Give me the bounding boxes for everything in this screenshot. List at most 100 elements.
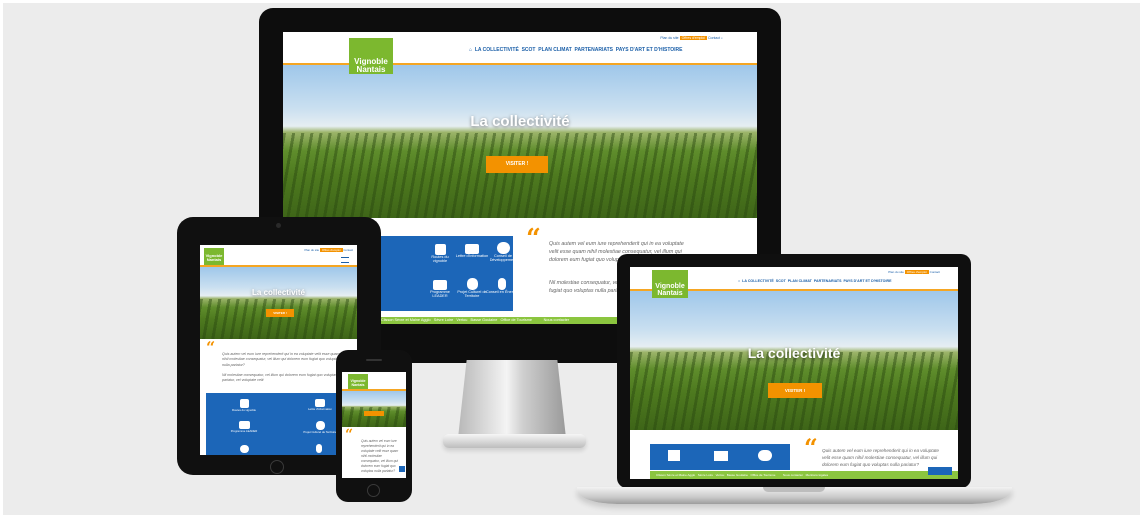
footer-link[interactable]: Mentions légales <box>806 473 829 477</box>
envelope-icon <box>714 451 728 461</box>
hero-visit-button[interactable]: VISITER ! <box>266 309 294 317</box>
nav-partenariats[interactable]: PARTENARIATS <box>814 279 842 283</box>
offres-emploi-link[interactable]: Offres d'emploi <box>904 270 929 274</box>
phone-screen: Vignoble Nantais “ Quis autem vel eum iu… <box>342 372 406 478</box>
hero-visit-button[interactable]: VISITER ! <box>486 156 548 173</box>
footer-link[interactable]: Basse Goulaine <box>471 318 498 322</box>
logo-line-2: Nantais <box>356 65 386 75</box>
people-icon <box>758 450 772 461</box>
hamburger-menu-icon[interactable] <box>341 257 349 263</box>
nav-partenariats[interactable]: PARTENARIATS <box>575 47 613 53</box>
tile-label: Programme LEADER <box>230 429 258 433</box>
share-icons <box>928 467 952 475</box>
lightbulb-icon <box>498 278 506 290</box>
tile-label: Lettre d'information <box>308 407 332 411</box>
tile-programme-leader[interactable]: Programme LEADER <box>423 280 457 298</box>
share-icon[interactable] <box>399 466 405 472</box>
nav-scot[interactable]: SCOT <box>776 279 786 283</box>
nav-collectivite[interactable]: LA COLLECTIVITÉ <box>475 47 519 53</box>
quote-mark-icon: “ <box>206 338 216 357</box>
site-logo[interactable]: Vignoble Nantais <box>349 38 393 74</box>
eu-flag-icon <box>238 421 250 429</box>
home-icon[interactable]: ⌂ <box>469 47 472 53</box>
laptop-top-links: Plan du site Offres d'emploi Contact <box>888 270 940 274</box>
laptop-main-nav: ⌂ LA COLLECTIVITÉ SCOT PLAN CLIMAT PARTE… <box>738 279 891 283</box>
footer-link[interactable]: Sèvre Loire <box>434 318 453 322</box>
lightbulb-icon <box>316 444 322 453</box>
footer-link[interactable]: Nous contacter <box>783 473 803 477</box>
footer-link[interactable]: Clisson Sèvre et Maine Agglo <box>656 473 695 477</box>
map-icon <box>239 399 249 408</box>
nav-scot[interactable]: SCOT <box>522 47 536 53</box>
nav-pays-art[interactable]: PAYS D'ART ET D'HISTOIRE <box>844 279 892 283</box>
phone: Vignoble Nantais “ Quis autem vel eum iu… <box>336 350 412 502</box>
search-icon[interactable]: ⌕ <box>721 36 723 40</box>
vineyard-rows <box>342 407 406 427</box>
laptop-hero: La collectivité VISITER ! <box>630 291 958 430</box>
tile-routes-vignoble[interactable]: Routes du vignoble <box>222 399 266 412</box>
tile-conseil-energie[interactable]: Conseil en Énergie <box>485 278 519 294</box>
footer-link[interactable]: Vertou <box>456 318 467 322</box>
phone-hero <box>342 391 406 427</box>
footer-links-bar: Clisson Sèvre et Maine Agglo Sèvre Loire… <box>650 471 958 479</box>
tile-label: Lettre d'information <box>455 254 489 258</box>
contact-link[interactable]: Contact <box>708 36 720 40</box>
footer-link[interactable]: Sèvre Loire <box>698 473 713 477</box>
plan-du-site-link[interactable]: Plan du site <box>888 270 904 274</box>
footer-link[interactable]: Vertou <box>716 473 725 477</box>
contact-link[interactable]: Contact <box>930 270 940 274</box>
tablet-top-links: Plan du site Offres d'emploi Contact <box>305 248 353 252</box>
vineyard-rows <box>200 299 357 339</box>
footer-link[interactable]: Office de Tourisme <box>501 318 533 322</box>
tablet-home-button <box>270 460 284 474</box>
eu-flag-icon <box>433 280 447 290</box>
quote-text-1: Quis autem vel eum iure reprehenderit qu… <box>361 439 399 473</box>
footer-link[interactable]: Basse Goulaine <box>727 473 748 477</box>
offres-emploi-link[interactable]: Offres d'emploi <box>319 248 343 252</box>
vineyard-rows <box>283 133 757 218</box>
theatre-icon <box>315 421 325 430</box>
tile-programme-leader[interactable]: Programme LEADER <box>222 421 266 433</box>
plan-du-site-link[interactable]: Plan du site <box>660 36 678 40</box>
tile-label: Conseil en Énergie <box>485 290 519 294</box>
footer-link[interactable]: Office de Tourisme <box>750 473 775 477</box>
footer-link[interactable]: Clisson Sèvre et Maine Agglo <box>381 318 431 322</box>
tile-conseil-developpement[interactable]: Conseil de Développement <box>485 242 521 262</box>
tile-routes-vignoble[interactable]: Routes du vignoble <box>425 244 455 263</box>
footer-link[interactable]: Nous contacter <box>544 318 570 322</box>
hero-title: La collectivité <box>747 345 841 361</box>
logo-line-2: Nantais <box>351 382 365 387</box>
offres-emploi-link[interactable]: Offres d'emploi <box>679 36 707 40</box>
tile-label: Projet Culturel de Territoire <box>303 430 337 434</box>
quote-mark-icon: “ <box>804 433 818 462</box>
plan-du-site-link[interactable]: Plan du site <box>305 248 320 252</box>
tile-lettre-info[interactable]: Lettre d'information <box>455 244 489 258</box>
laptop: Plan du site Offres d'emploi Contact ⌂ L… <box>617 254 971 494</box>
nav-collectivite[interactable]: LA COLLECTIVITÉ <box>742 279 774 283</box>
nav-pays-art[interactable]: PAYS D'ART ET D'HISTOIRE <box>616 47 683 53</box>
hero-visit-button[interactable]: VISITER ! <box>768 383 822 398</box>
people-icon <box>496 242 510 254</box>
monitor-base <box>443 434 586 448</box>
tile-label: Conseil de Développement <box>489 254 517 262</box>
main-nav: ⌂ LA COLLECTIVITÉ SCOT PLAN CLIMAT PARTE… <box>469 47 683 53</box>
contact-link[interactable]: Contact <box>343 248 353 252</box>
laptop-notch <box>763 487 825 492</box>
tile-label: Programme LEADER <box>430 290 450 298</box>
quote-text-2: Nil molestiae consequatur, vel illum qui… <box>222 373 346 383</box>
phone-speaker <box>366 359 382 361</box>
tablet-services-grid: Routes du vignoble Lettre d'information … <box>206 393 357 455</box>
hero-visit-button[interactable] <box>364 411 384 416</box>
site-logo[interactable]: Vignoble Nantais <box>204 248 224 265</box>
envelope-icon <box>465 244 479 254</box>
tablet-hero: La collectivité VISITER ! <box>200 267 357 339</box>
tile-projet-culturel[interactable]: Projet Culturel de Territoire <box>457 278 487 298</box>
home-icon[interactable]: ⌂ <box>738 279 740 283</box>
site-logo[interactable]: Vignoble Nantais <box>652 270 688 298</box>
phone-home-button <box>367 484 380 497</box>
nav-plan-climat[interactable]: PLAN CLIMAT <box>788 279 812 283</box>
tablet-camera <box>276 223 281 228</box>
theatre-icon <box>466 278 478 290</box>
tile-label: Routes du vignoble <box>431 255 449 263</box>
nav-plan-climat[interactable]: PLAN CLIMAT <box>538 47 572 53</box>
